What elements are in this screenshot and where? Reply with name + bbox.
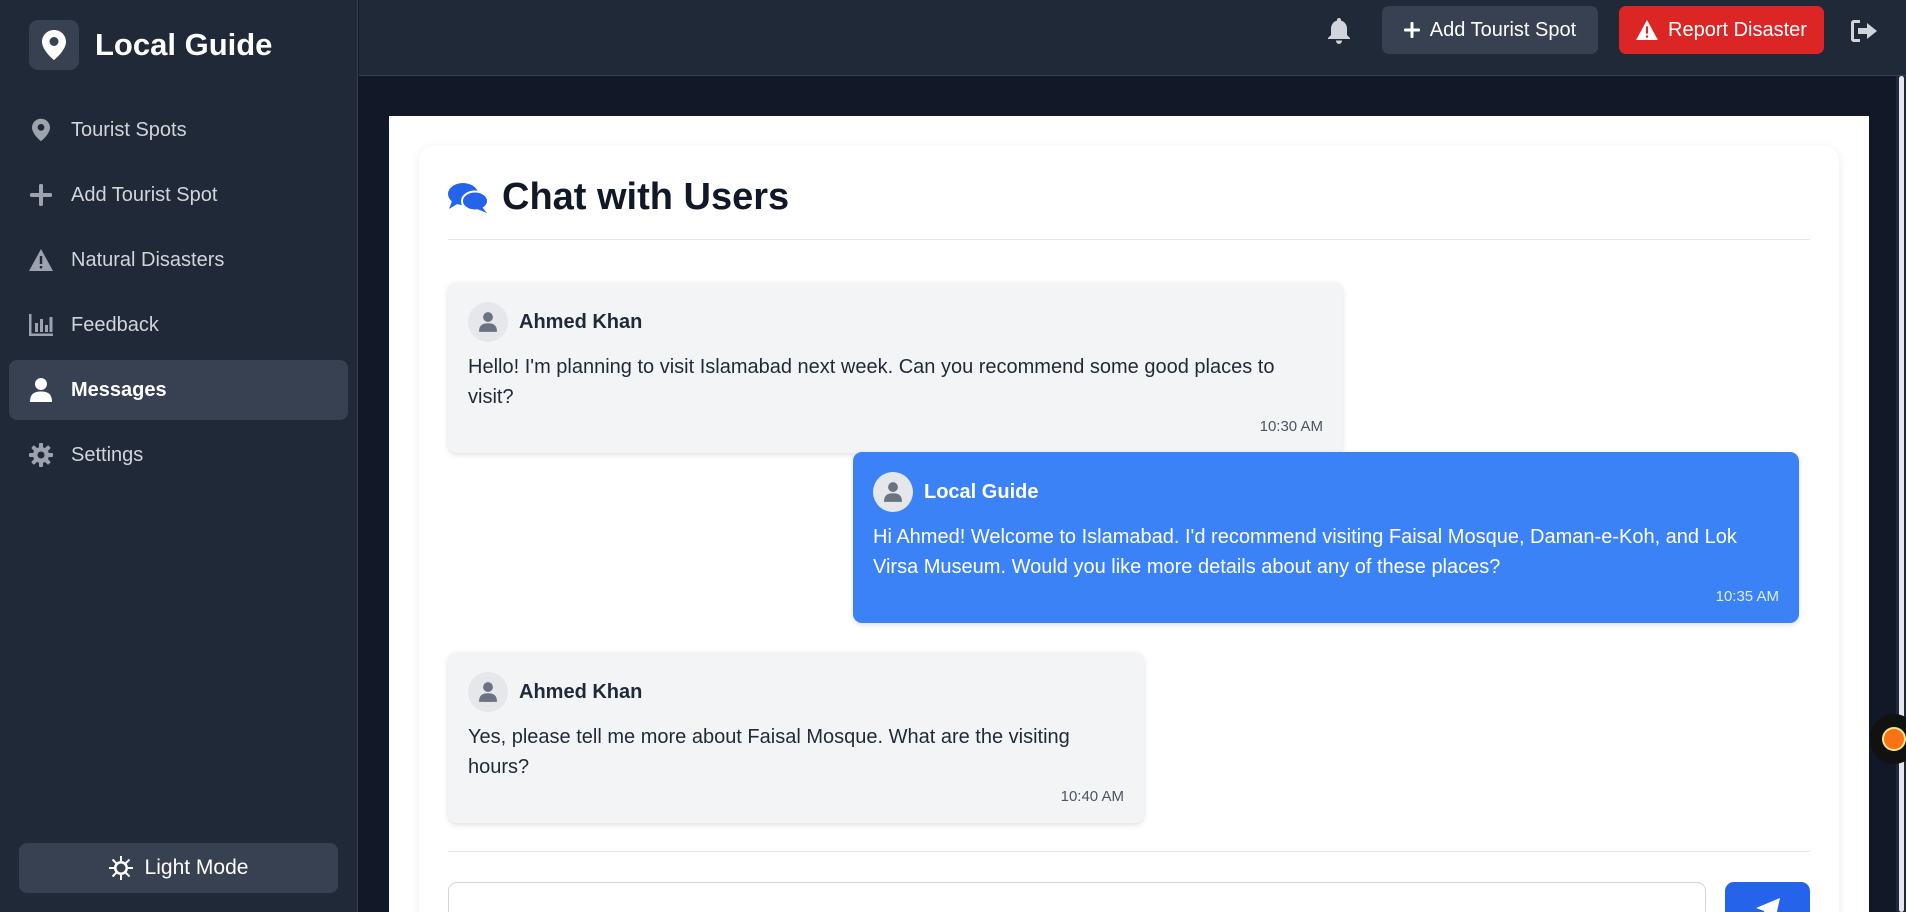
- message-time: 10:40 AM: [1060, 788, 1124, 805]
- message-text: Hello! I'm planning to visit Islamabad n…: [468, 356, 1275, 408]
- message-outgoing: Local Guide Hi Ahmed! Welcome to Islamab…: [853, 452, 1799, 623]
- sidebar-item-messages[interactable]: Messages: [9, 360, 348, 420]
- brand[interactable]: Local Guide: [0, 0, 357, 90]
- add-tourist-spot-button[interactable]: Add Tourist Spot: [1382, 6, 1598, 54]
- user-avatar-icon: [873, 472, 913, 512]
- sidebar-item-tourist-spots[interactable]: Tourist Spots: [9, 100, 348, 160]
- map-pin-icon: [29, 118, 53, 142]
- widget-icon: [1882, 727, 1906, 751]
- send-button[interactable]: [1725, 882, 1810, 912]
- user-avatar-icon: [468, 672, 508, 712]
- warning-icon: [29, 248, 53, 272]
- message-time: 10:35 AM: [1715, 588, 1779, 605]
- add-tourist-spot-label: Add Tourist Spot: [1429, 18, 1577, 41]
- floating-widget-button[interactable]: [1870, 714, 1906, 764]
- theme-toggle-button[interactable]: Light Mode: [19, 843, 338, 893]
- scrollbar-thumb[interactable]: [1899, 76, 1904, 912]
- sidebar: Local Guide Tourist Spots Add Tourist Sp…: [0, 0, 358, 912]
- theme-toggle-label: Light Mode: [144, 856, 249, 879]
- sidebar-item-label: Settings: [71, 443, 144, 466]
- header-divider: [448, 239, 1810, 240]
- app-title: Local Guide: [95, 27, 273, 62]
- main-panel: Chat with Users Ahmed Khan Hello! I'm pl…: [389, 116, 1869, 912]
- warning-icon: [1636, 20, 1658, 40]
- plus-icon: [1403, 22, 1420, 38]
- chat-title: Chat with Users: [502, 176, 790, 218]
- comments-icon: [448, 182, 488, 214]
- user-avatar-icon: [468, 302, 508, 342]
- top-header: Add Tourist Spot Report Disaster: [359, 0, 1906, 76]
- sidebar-item-label: Add Tourist Spot: [71, 183, 218, 206]
- paper-plane-icon: [1755, 898, 1780, 912]
- chat-header: Chat with Users: [448, 176, 789, 219]
- chat-card: Chat with Users Ahmed Khan Hello! I'm pl…: [419, 146, 1839, 912]
- message-sender: Ahmed Khan: [519, 680, 643, 703]
- report-disaster-button[interactable]: Report Disaster: [1619, 6, 1824, 54]
- sun-icon: [108, 856, 133, 880]
- sidebar-item-label: Feedback: [71, 313, 159, 336]
- message-text: Yes, please tell me more about Faisal Mo…: [468, 726, 1070, 778]
- bar-chart-icon: [29, 313, 53, 337]
- user-icon: [29, 378, 53, 402]
- message-incoming: Ahmed Khan Yes, please tell me more abou…: [448, 652, 1144, 823]
- message-input[interactable]: [448, 882, 1706, 912]
- sidebar-item-natural-disasters[interactable]: Natural Disasters: [9, 230, 348, 290]
- sidebar-item-feedback[interactable]: Feedback: [9, 295, 348, 355]
- message-incoming: Ahmed Khan Hello! I'm planning to visit …: [448, 282, 1343, 453]
- sidebar-item-settings[interactable]: Settings: [9, 425, 348, 485]
- bell-icon[interactable]: [1326, 17, 1352, 45]
- sidebar-item-label: Messages: [71, 378, 167, 401]
- sidebar-item-label: Natural Disasters: [71, 248, 225, 271]
- gear-icon: [29, 443, 53, 467]
- sidebar-item-add-tourist-spot[interactable]: Add Tourist Spot: [9, 165, 348, 225]
- message-text: Hi Ahmed! Welcome to Islamabad. I'd reco…: [873, 526, 1737, 578]
- message-sender: Ahmed Khan: [519, 310, 643, 333]
- sidebar-item-label: Tourist Spots: [71, 118, 187, 141]
- input-divider: [448, 851, 1810, 852]
- sidebar-nav: Tourist Spots Add Tourist Spot Natural D…: [0, 100, 357, 485]
- logout-icon[interactable]: [1850, 18, 1878, 44]
- message-sender: Local Guide: [924, 480, 1039, 503]
- message-time: 10:30 AM: [1259, 418, 1323, 435]
- map-pin-icon: [29, 20, 79, 70]
- report-disaster-label: Report Disaster: [1668, 18, 1807, 41]
- plus-icon: [29, 183, 53, 207]
